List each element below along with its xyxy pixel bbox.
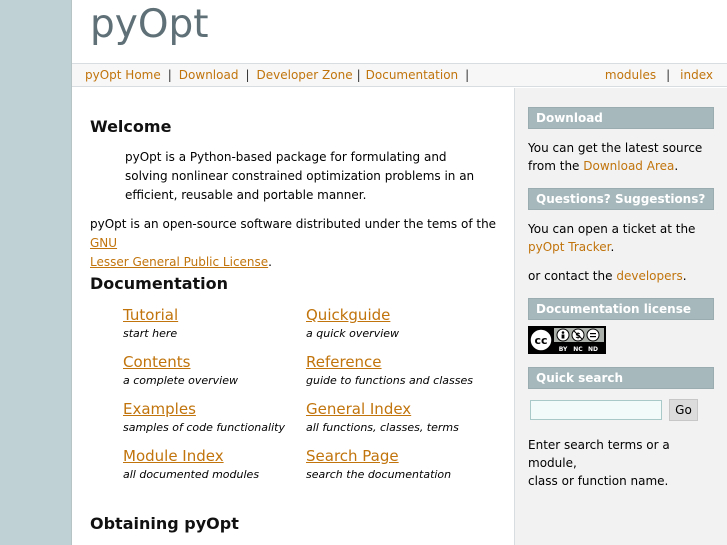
doc-desc: search the documentation: [306, 468, 452, 481]
download-end: .: [674, 159, 679, 173]
documentation-heading: Documentation: [90, 274, 229, 293]
doc-desc: start here: [123, 327, 178, 340]
questions-end: .: [610, 240, 615, 254]
doc-desc: guide to functions and classes: [306, 374, 473, 387]
nav-index[interactable]: index: [680, 68, 713, 82]
developers-link[interactable]: developers: [616, 269, 682, 283]
welcome-heading: Welcome: [90, 117, 172, 136]
intro-line: efficient, reusable and portable manner.: [125, 188, 367, 202]
download-line: You can get the latest source: [528, 141, 703, 155]
nav-separator: |: [356, 68, 361, 82]
doc-desc: a complete overview: [123, 374, 238, 387]
doc-item-general-index: General Index all functions, classes, te…: [306, 400, 459, 436]
intro-line: pyOpt is a Python-based package for form…: [125, 150, 447, 164]
download-line-2: from the Download Area.: [528, 157, 714, 175]
general-index-link[interactable]: General Index: [306, 400, 459, 419]
quick-search-heading: Quick search: [528, 367, 714, 389]
nav-separator: |: [245, 68, 250, 82]
questions-line-2: pyOpt Tracker.: [528, 238, 714, 256]
doc-desc: all functions, classes, terms: [306, 421, 459, 434]
intro-text: pyOpt is a Python-based package for form…: [125, 148, 474, 205]
main-content: Welcome pyOpt is a Python-based package …: [72, 88, 514, 545]
cc-by-label: BY: [559, 346, 568, 353]
nav-download[interactable]: Download: [179, 68, 239, 82]
search-help-line: class or function name.: [528, 474, 669, 488]
pyopt-tracker-link[interactable]: pyOpt Tracker: [528, 240, 611, 254]
cc-nc-label: NC: [573, 346, 583, 353]
doc-item-module-index: Module Index all documented modules: [123, 447, 259, 483]
quickguide-link[interactable]: Quickguide: [306, 306, 399, 325]
doc-item-reference: Reference guide to functions and classes: [306, 353, 473, 389]
search-go-button[interactable]: Go: [669, 399, 698, 421]
doc-item-examples: Examples samples of code functionality: [123, 400, 285, 436]
nav-left: pyOpt Home | Download | Developer Zone | Docum…: [85, 68, 476, 82]
lgpl-link[interactable]: Lesser General Public License: [90, 255, 268, 269]
questions-heading: Questions? Suggestions?: [528, 188, 714, 210]
doc-item-quickguide: Quickguide a quick overview: [306, 306, 399, 342]
nav-modules[interactable]: modules: [605, 68, 656, 82]
license-end: .: [268, 255, 272, 269]
questions-line: You can open a ticket at the: [528, 222, 696, 236]
cc-license-badge[interactable]: cc $ BY NC ND: [528, 326, 606, 354]
gnu-link[interactable]: GNU: [90, 236, 117, 250]
search-help-line: Enter search terms or a module,: [528, 438, 670, 470]
examples-link[interactable]: Examples: [123, 400, 285, 419]
obtaining-heading: Obtaining pyOpt: [90, 514, 239, 533]
license-heading: Documentation license: [528, 298, 714, 320]
page-container: pyOpt pyOpt Home | Download | Developer Zone…: [71, 0, 727, 545]
download-prefix: from the: [528, 159, 580, 173]
sidebar: Download You can get the latest source f…: [514, 88, 727, 545]
site-logo[interactable]: pyOpt: [90, 2, 209, 47]
cc-by-nc-nd-icon: cc $ BY NC ND: [529, 327, 605, 353]
contact-end: .: [682, 269, 687, 283]
nav-pyopt-home[interactable]: pyOpt Home: [85, 68, 161, 82]
nav-documentation[interactable]: Documentation: [366, 68, 459, 82]
doc-desc: samples of code functionality: [123, 421, 285, 434]
nav-separator: |: [666, 68, 671, 82]
cc-nd-label: ND: [588, 346, 598, 353]
nav-developer-zone[interactable]: Developer Zone: [257, 68, 353, 82]
contents-link[interactable]: Contents: [123, 353, 238, 372]
tutorial-link[interactable]: Tutorial: [123, 306, 178, 325]
search-page-link[interactable]: Search Page: [306, 447, 451, 466]
download-text: You can get the latest source from the D…: [528, 139, 714, 175]
license-text: pyOpt is an open-source software distrib…: [90, 217, 497, 231]
doc-desc: all documented modules: [123, 468, 260, 481]
intro-line: solving nonlinear constrained optimizati…: [125, 169, 475, 183]
nav-bar: pyOpt Home | Download | Developer Zone | Docum…: [72, 63, 727, 87]
doc-item-contents: Contents a complete overview: [123, 353, 238, 389]
doc-item-search-page: Search Page search the documentation: [306, 447, 451, 483]
nav-separator: |: [167, 68, 172, 82]
license-paragraph: pyOpt is an open-source software distrib…: [90, 215, 505, 272]
questions-text: You can open a ticket at the pyOpt Track…: [528, 220, 714, 256]
svg-text:cc: cc: [534, 334, 547, 347]
download-area-link[interactable]: Download Area: [583, 159, 674, 173]
doc-desc: a quick overview: [306, 327, 400, 340]
nav-right: modules | index: [605, 68, 713, 82]
doc-item-tutorial: Tutorial start here: [123, 306, 178, 342]
search-help: Enter search terms or a module, class or…: [528, 436, 714, 490]
reference-link[interactable]: Reference: [306, 353, 473, 372]
module-index-link[interactable]: Module Index: [123, 447, 259, 466]
contact-prefix: or contact the: [528, 269, 613, 283]
search-input[interactable]: [530, 400, 662, 420]
download-heading: Download: [528, 107, 714, 129]
contact-text: or contact the developers.: [528, 267, 714, 285]
nav-separator: |: [465, 68, 470, 82]
